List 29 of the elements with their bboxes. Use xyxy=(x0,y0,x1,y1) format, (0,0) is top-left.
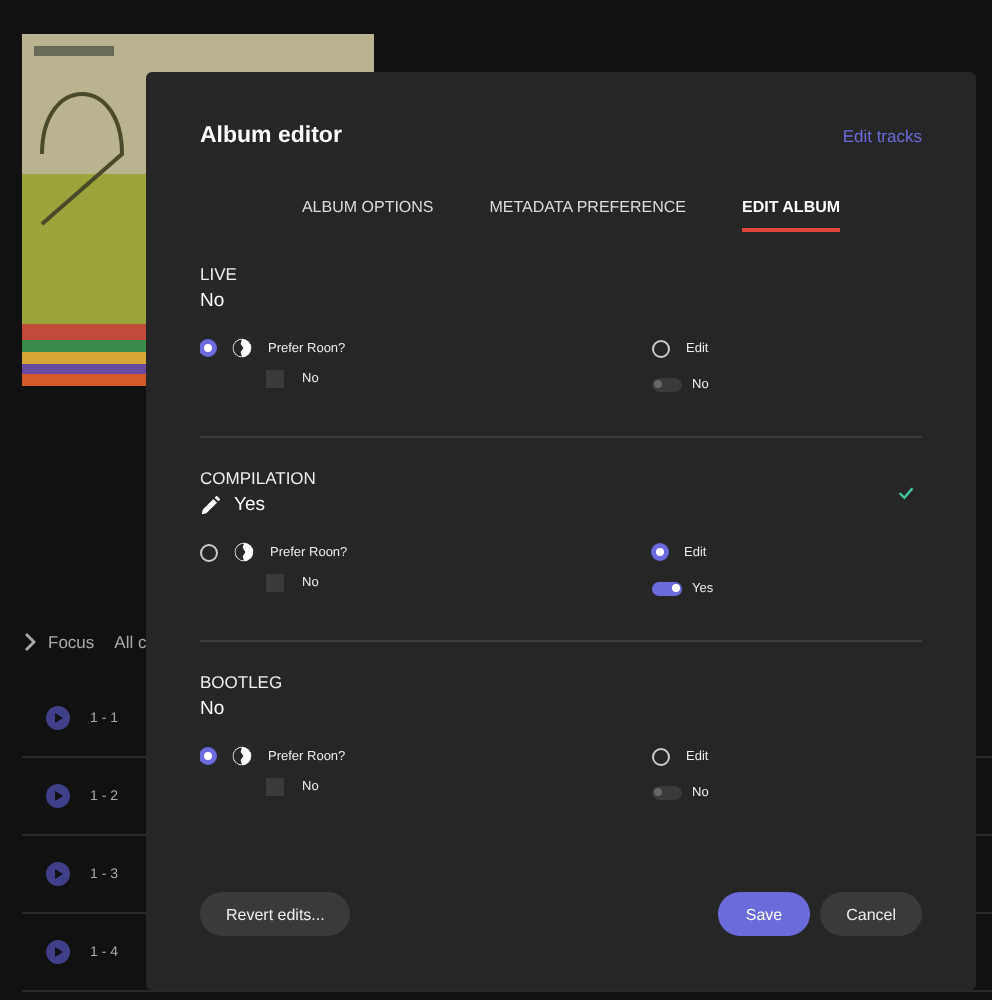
toggle-switch[interactable] xyxy=(652,581,682,595)
field-value: No xyxy=(200,698,225,720)
toggle-switch[interactable] xyxy=(652,377,682,391)
revert-button[interactable]: Revert edits... xyxy=(200,892,351,936)
focus-button[interactable]: Focus xyxy=(48,632,95,652)
logo-icon xyxy=(232,746,252,766)
radio-button[interactable] xyxy=(652,544,668,560)
toggle-switch[interactable] xyxy=(652,785,682,799)
filter-label[interactable]: All c xyxy=(114,632,147,652)
radio-button[interactable] xyxy=(200,748,216,764)
logo-icon xyxy=(232,338,252,358)
logo-icon xyxy=(234,542,254,562)
radio-button[interactable] xyxy=(652,747,670,765)
field-value: Yes xyxy=(234,494,265,516)
field-label: LIVE xyxy=(200,264,237,284)
cancel-button[interactable]: Cancel xyxy=(820,892,922,936)
field-label: COMPILATION xyxy=(200,468,316,488)
tab[interactable]: ALBUM OPTIONS xyxy=(301,198,434,232)
chevron-icon[interactable] xyxy=(24,632,36,652)
check-icon xyxy=(898,485,914,499)
field-label: BOOTLEG xyxy=(200,672,283,692)
radio-button[interactable] xyxy=(200,340,216,356)
save-button[interactable]: Save xyxy=(717,892,811,936)
radio-button[interactable] xyxy=(200,543,218,561)
tab[interactable]: EDIT ALBUM xyxy=(742,198,841,232)
radio-button[interactable] xyxy=(652,339,670,357)
tab[interactable]: METADATA PREFERENCE xyxy=(489,198,686,232)
field-value: No xyxy=(200,290,225,312)
dialog-title: Album editor xyxy=(200,124,342,148)
